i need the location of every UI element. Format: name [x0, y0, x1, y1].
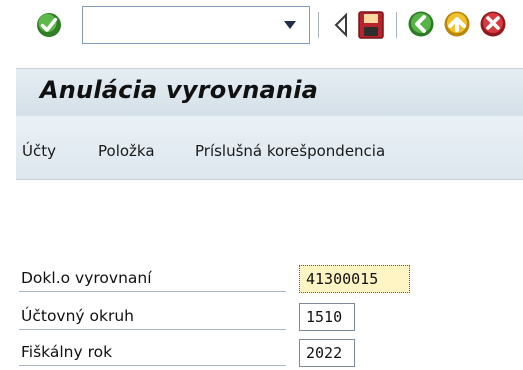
clearing-document-label: Dokl.o vyrovnaní [21, 269, 152, 287]
toolbar-separator [318, 12, 319, 38]
green-check-icon[interactable] [34, 10, 64, 40]
label-underline [19, 329, 286, 330]
label-underline [19, 291, 286, 292]
title-bar: Anulácia vyrovnania [16, 68, 523, 116]
item-button[interactable]: Položka [98, 142, 155, 160]
field-row-company-code: Účtovný okruh [16, 302, 523, 334]
command-input[interactable] [85, 9, 289, 39]
clearing-document-input[interactable] [299, 265, 410, 293]
toolbar-separator [396, 12, 397, 38]
exit-icon[interactable] [442, 9, 472, 39]
correspondence-button[interactable]: Príslušná korešpondencia [195, 142, 385, 160]
accounts-button[interactable]: Účty [22, 142, 56, 160]
selection-form: Dokl.o vyrovnaní Účtovný okruh Fiškálny … [16, 180, 523, 368]
label-underline [19, 365, 286, 366]
page-title: Anulácia vyrovnania [40, 76, 319, 104]
back-icon[interactable] [406, 9, 436, 39]
company-code-label: Účtovný okruh [21, 307, 135, 325]
field-row-fiscal-year: Fiškálny rok [16, 338, 523, 370]
application-toolbar: Účty Položka Príslušná korešpondencia [16, 116, 523, 180]
fiscal-year-label: Fiškálny rok [21, 343, 113, 361]
field-row-clearing-document: Dokl.o vyrovnaní [16, 264, 523, 296]
cancel-icon[interactable] [478, 9, 508, 39]
company-code-input[interactable] [299, 303, 355, 331]
save-icon[interactable] [357, 10, 385, 40]
system-toolbar [0, 0, 523, 56]
chevron-down-icon[interactable] [281, 18, 299, 32]
command-field[interactable] [82, 6, 310, 44]
back-triangle-icon[interactable] [332, 12, 350, 38]
fiscal-year-input[interactable] [299, 339, 355, 367]
